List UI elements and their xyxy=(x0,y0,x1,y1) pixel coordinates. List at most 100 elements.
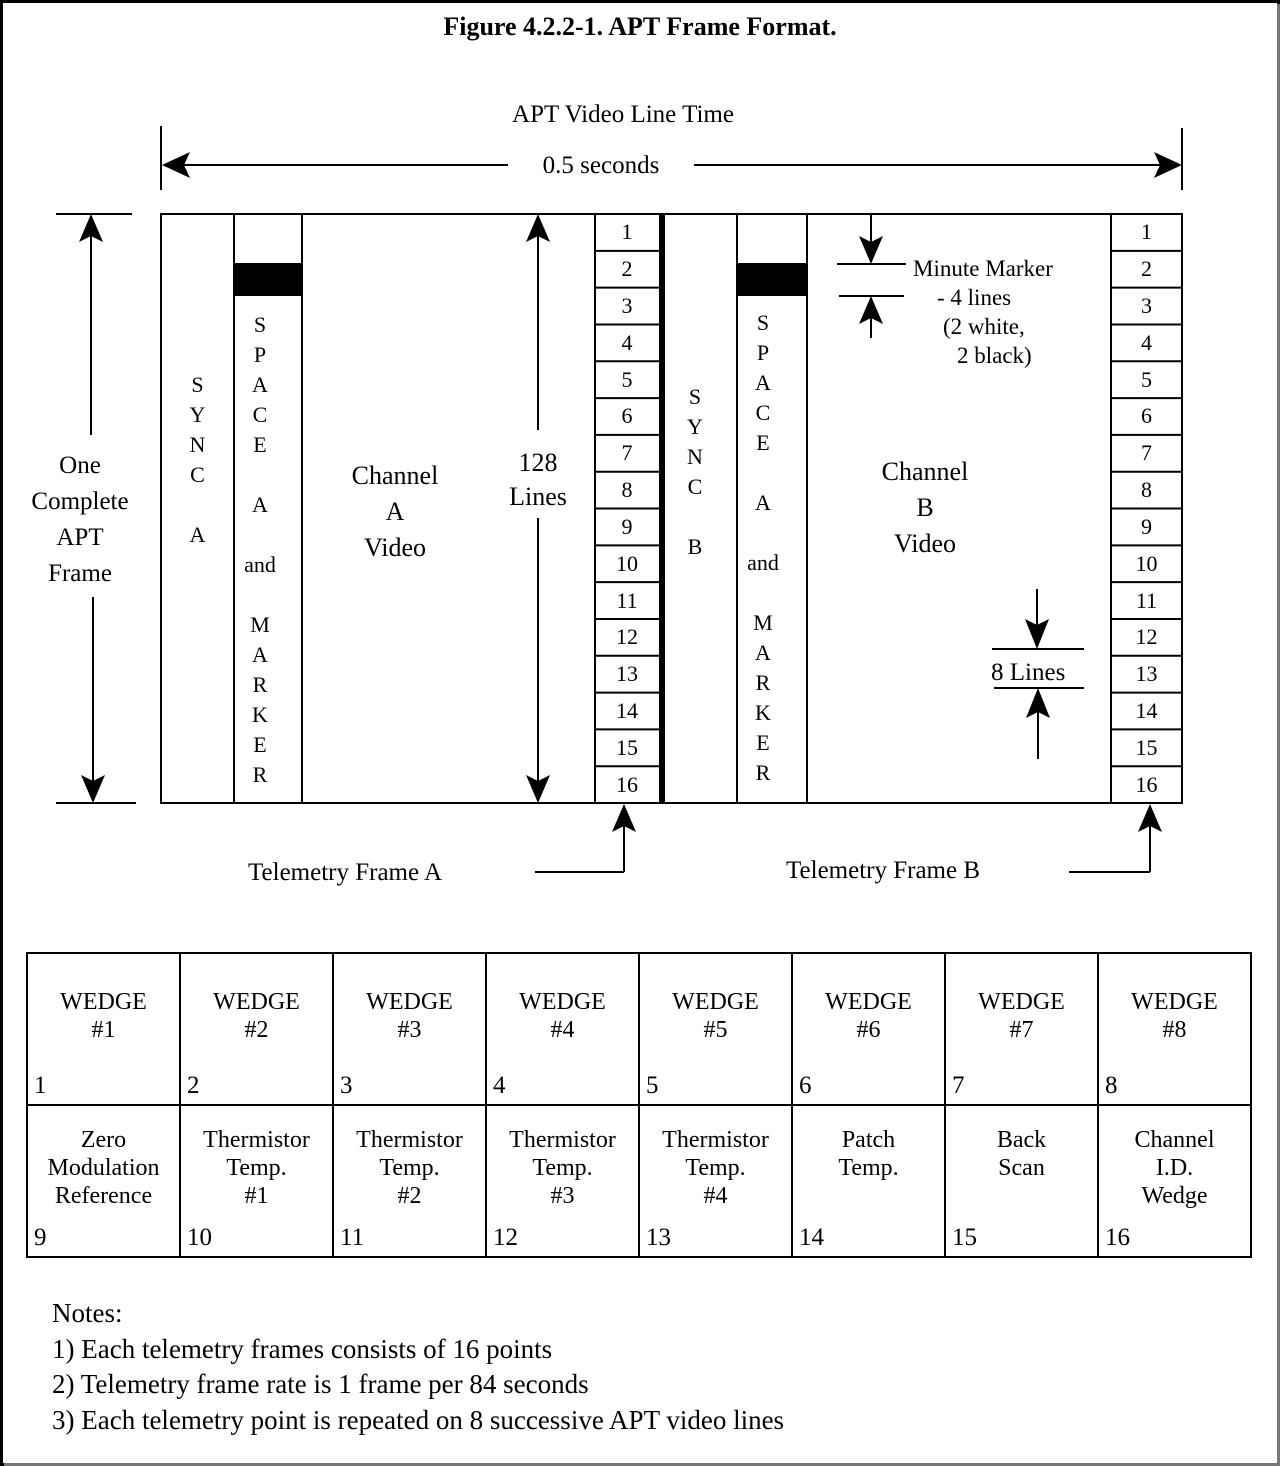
telemetry-point-number: 15 xyxy=(1135,734,1158,760)
telemetry-frame-a-column: 1 2 3 4 5 6 7 8 9 10 11 12 13 14 15 16 xyxy=(595,214,659,803)
telemetry-cell-label-line: Temp. xyxy=(685,1155,746,1181)
telemetry-cell-label: WEDGE #8 xyxy=(1099,988,1250,1044)
telemetry-frame-b-column: 1 2 3 4 5 6 7 8 9 10 11 12 13 14 15 16 xyxy=(1111,214,1182,803)
telemetry-point-number: 10 xyxy=(1135,550,1158,576)
sync-a-label: SYNC A xyxy=(189,372,206,547)
telemetry-cell-number: 3 xyxy=(340,1072,353,1099)
space-marker-a-label: SPACE A and MARKER xyxy=(244,312,276,787)
telemetry-cell-label-line: Temp. xyxy=(532,1155,593,1181)
telemetry-cell-label-line: #7 xyxy=(1009,1017,1034,1043)
telemetry-frame-b-label: Telemetry Frame B xyxy=(786,857,981,884)
telemetry-cell-label-line: Thermistor xyxy=(203,1127,310,1153)
table-row: WEDGE #1 1 WEDGE #2 2 WEDGE #3 3 WEDGE #4 4 WEDGE #5 5… xyxy=(26,952,1252,1106)
telemetry-point-number: 6 xyxy=(621,403,633,429)
telemetry-cell: Thermistor Temp. #4 13 xyxy=(638,1104,793,1258)
minute-marker-block-b xyxy=(737,263,807,296)
telemetry-cell-number: 9 xyxy=(34,1224,47,1251)
telemetry-point-number: 13 xyxy=(1135,661,1158,687)
telemetry-cell: WEDGE #1 1 xyxy=(26,952,181,1106)
telemetry-point-number: 12 xyxy=(616,624,638,650)
telemetry-cell-label-line: #4 xyxy=(550,1017,575,1043)
telemetry-cell-label-line: WEDGE xyxy=(978,989,1065,1015)
telemetry-cell-label-line: WEDGE xyxy=(366,989,453,1015)
telemetry-point-number: 16 xyxy=(1135,771,1158,797)
telemetry-cell-label: WEDGE #7 xyxy=(946,988,1097,1044)
telemetry-point-number: 11 xyxy=(616,587,638,613)
telemetry-cell-label: WEDGE #5 xyxy=(640,988,791,1044)
telemetry-point-number: 5 xyxy=(1141,366,1152,392)
line-time-value: 0.5 seconds xyxy=(542,152,660,179)
telemetry-cell-label-line: WEDGE xyxy=(1131,989,1218,1015)
telemetry-cell-label-line: WEDGE xyxy=(672,989,759,1015)
telemetry-cell: Thermistor Temp. #3 12 xyxy=(485,1104,640,1258)
telemetry-cell-label-line: Thermistor xyxy=(356,1127,463,1153)
telemetry-cell-label-line: Back xyxy=(996,1127,1047,1153)
telemetry-cell-label: WEDGE #3 xyxy=(334,988,485,1044)
telemetry-cell-label: WEDGE #4 xyxy=(487,988,638,1044)
telemetry-cell-label-line: Channel xyxy=(1134,1127,1215,1153)
telemetry-point-number: 8 xyxy=(621,477,633,503)
telemetry-cell-label-line: Temp. xyxy=(226,1155,287,1181)
note-item: 2) Telemetry frame rate is 1 frame per 8… xyxy=(52,1369,589,1399)
channel-a-label: Channel A Video xyxy=(351,461,439,562)
telemetry-cell-label: Patch Temp. xyxy=(793,1126,944,1182)
telemetry-points-table: WEDGE #1 1 WEDGE #2 2 WEDGE #3 3 WEDGE #4 4 WEDGE #5 5… xyxy=(26,952,1252,1258)
telemetry-point-number: 3 xyxy=(621,293,633,319)
telemetry-point-number: 2 xyxy=(1141,256,1152,282)
telemetry-point-number: 5 xyxy=(621,366,633,392)
telemetry-cell: WEDGE #4 4 xyxy=(485,952,640,1106)
telemetry-cell: WEDGE #8 8 xyxy=(1097,952,1252,1106)
space-marker-b-label: SPACE A and MARKER xyxy=(747,310,779,785)
frame-height-label: One Complete APT Frame xyxy=(31,452,129,587)
telemetry-cell-label: Back Scan xyxy=(946,1126,1097,1182)
telemetry-cell-label-line: #2 xyxy=(244,1017,269,1043)
telemetry-point-number: 1 xyxy=(1141,219,1152,245)
telemetry-cell-label-line: Thermistor xyxy=(509,1127,616,1153)
telemetry-cell-label-line: Wedge xyxy=(1141,1183,1208,1209)
telemetry-cell-label-line: Temp. xyxy=(838,1155,899,1181)
telemetry-cell-label-line: #5 xyxy=(703,1017,728,1043)
telemetry-cell-label: WEDGE #1 xyxy=(28,988,179,1044)
telemetry-cell-number: 10 xyxy=(187,1224,212,1251)
telemetry-point-number: 8 xyxy=(1141,477,1152,503)
telemetry-cell: WEDGE #2 2 xyxy=(179,952,334,1106)
note-item: 1) Each telemetry frames consists of 16 … xyxy=(52,1333,553,1364)
telemetry-cell-number: 11 xyxy=(340,1224,365,1251)
telemetry-cell-label-line: Temp. xyxy=(379,1155,440,1181)
telemetry-cell-number: 16 xyxy=(1105,1224,1130,1251)
telemetry-cell: Zero Modulation Reference 9 xyxy=(26,1104,181,1258)
telemetry-frame-a-label: Telemetry Frame A xyxy=(248,859,443,886)
telemetry-cell-number: 8 xyxy=(1105,1072,1118,1099)
telemetry-cell: WEDGE #7 7 xyxy=(944,952,1099,1106)
telemetry-point-number: 4 xyxy=(621,329,633,355)
telemetry-point-number: 14 xyxy=(616,697,638,723)
telemetry-point-number: 1 xyxy=(621,219,633,245)
eight-lines-label: 8 Lines xyxy=(991,659,1066,686)
telemetry-cell-label-line: #4 xyxy=(703,1183,728,1209)
telemetry-cell-label-line: #3 xyxy=(397,1017,422,1043)
telemetry-cell-label: WEDGE #2 xyxy=(181,988,332,1044)
line-time-label: APT Video Line Time xyxy=(512,101,734,128)
telemetry-point-number: 10 xyxy=(616,550,638,576)
telemetry-cell-label-line: #2 xyxy=(397,1183,422,1209)
telemetry-cell-label-line: Reference xyxy=(54,1183,153,1209)
notes: Notes: 1) Each telemetry frames consists… xyxy=(52,1296,784,1438)
telemetry-cell-label-line: WEDGE xyxy=(519,989,606,1015)
telemetry-point-number: 9 xyxy=(1141,513,1152,539)
telemetry-point-number: 3 xyxy=(1141,293,1152,319)
telemetry-cell-label-line: Modulation xyxy=(47,1155,160,1181)
telemetry-cell-label-line: WEDGE xyxy=(60,989,147,1015)
telemetry-cell-number: 1 xyxy=(34,1072,47,1099)
telemetry-cell: WEDGE #5 5 xyxy=(638,952,793,1106)
telemetry-point-number: 16 xyxy=(616,771,638,797)
telemetry-cell-number: 13 xyxy=(646,1224,671,1251)
telemetry-cell-label: Zero Modulation Reference xyxy=(28,1126,179,1210)
telemetry-cell-label: Channel I.D. Wedge xyxy=(1099,1126,1250,1210)
sync-b-label: SYNC B xyxy=(687,384,703,559)
telemetry-cell-number: 6 xyxy=(799,1072,812,1099)
telemetry-cell: Thermistor Temp. #2 11 xyxy=(332,1104,487,1258)
telemetry-cell-label: Thermistor Temp. #1 xyxy=(181,1126,332,1210)
table-row: Zero Modulation Reference 9 Thermistor Temp. #… xyxy=(26,1104,1252,1258)
telemetry-cell: Thermistor Temp. #1 10 xyxy=(179,1104,334,1258)
telemetry-point-number: 7 xyxy=(621,440,633,466)
